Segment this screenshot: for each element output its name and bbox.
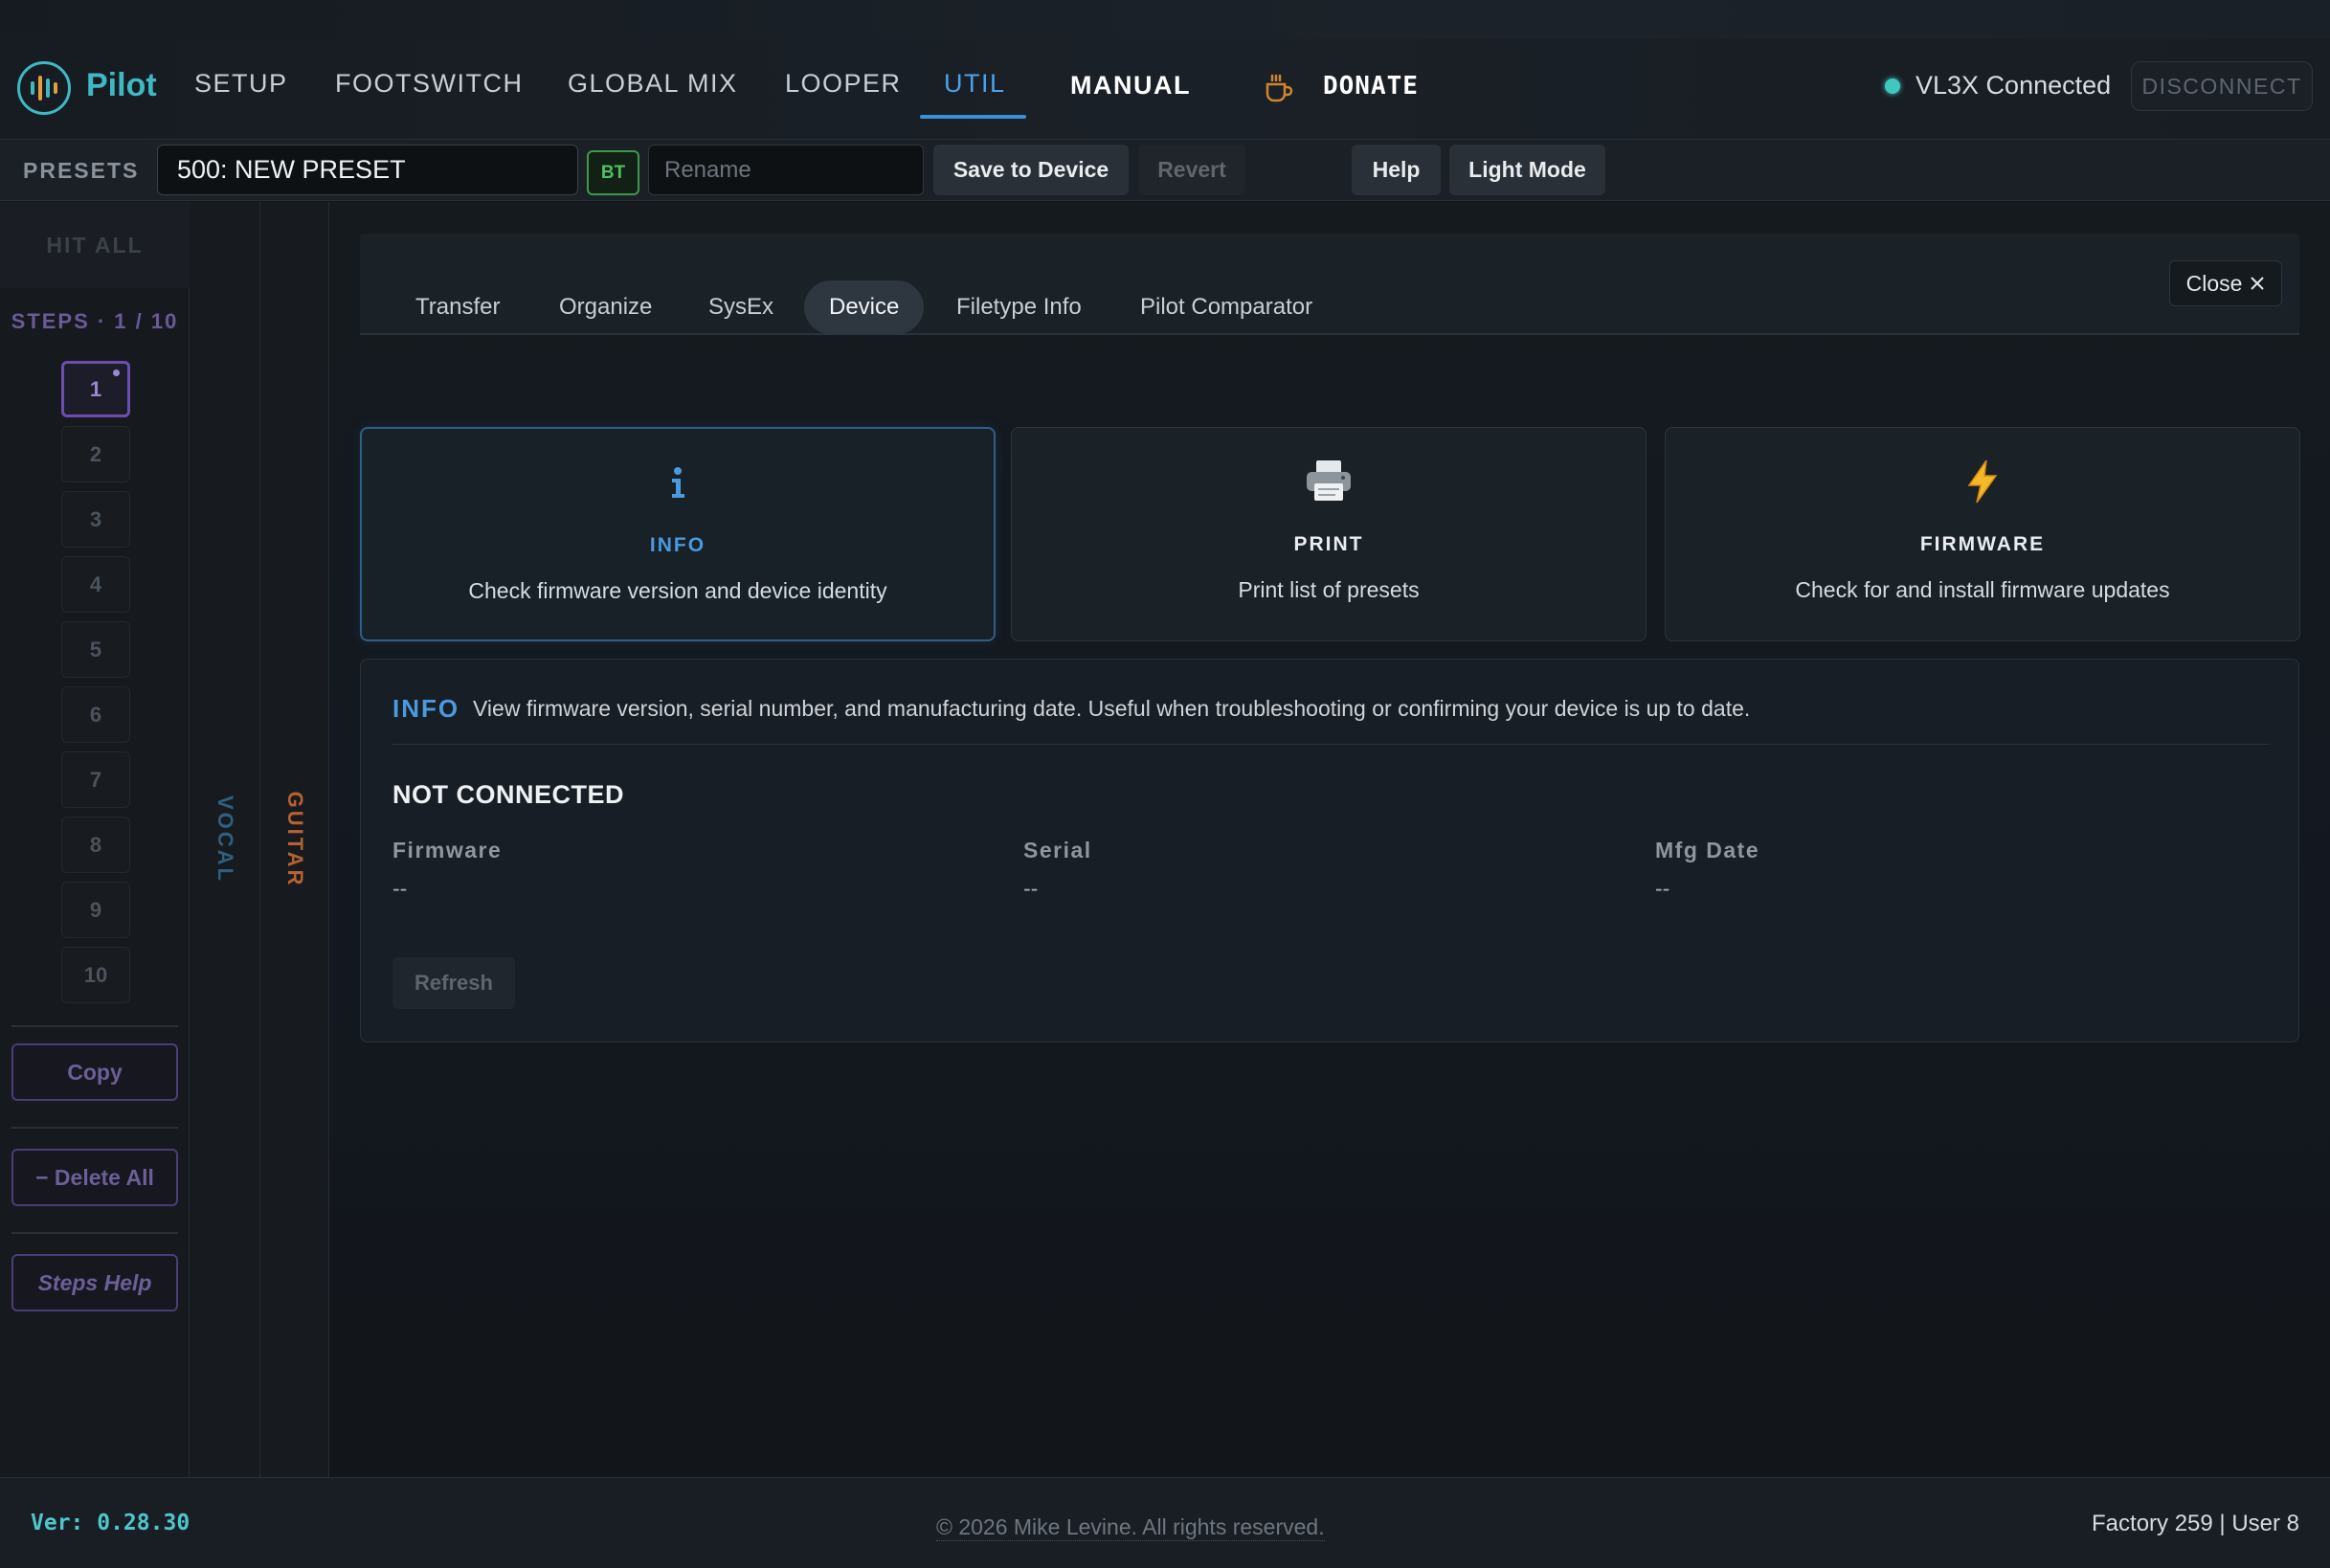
donate-link[interactable]: DONATE [1323, 72, 1419, 101]
firmware-card[interactable]: FIRMWARE Check for and install firmware … [1665, 427, 2300, 641]
vocal-label: VOCAL [213, 795, 237, 884]
tab-device[interactable]: Device [804, 280, 925, 334]
step-9[interactable]: 9 [61, 882, 130, 938]
preset-counts: Factory 259 | User 8 [2092, 1511, 2299, 1536]
firmware-value: -- [392, 876, 408, 901]
nav-global-mix[interactable]: GLOBAL MIX [568, 69, 738, 99]
footer: Ver: 0.28.30 © 2026 Mike Levine. All rig… [0, 1477, 2330, 1568]
step-label: 9 [89, 897, 102, 922]
info-icon [362, 456, 994, 509]
nav-util[interactable]: UTIL [944, 69, 1006, 99]
copy-step-button[interactable]: Copy [11, 1043, 178, 1101]
close-label: Close [2185, 270, 2243, 296]
lightning-icon [1666, 455, 2299, 508]
card-title: FIRMWARE [1919, 533, 2046, 555]
guitar-label: GUITAR [282, 791, 307, 888]
brand-name[interactable]: Pilot [86, 67, 157, 104]
steps-counter: STEPS · 1 / 10 [11, 309, 179, 333]
step-label: 2 [89, 441, 102, 466]
nav-footswitch[interactable]: FOOTSWITCH [335, 69, 523, 99]
nav-looper[interactable]: LOOPER [785, 69, 902, 99]
step-label: 1 [89, 376, 102, 401]
connection-status: VL3X Connected [1916, 71, 2112, 100]
hit-all-button[interactable]: HIT ALL [0, 202, 190, 288]
card-description: Check for and install firmware updates [1795, 577, 2170, 602]
close-button[interactable]: Close [2169, 260, 2282, 306]
nav-bar: Pilot SETUP FOOTSWITCH GLOBAL MIX LOOPER… [0, 38, 2330, 140]
step-label: 3 [89, 506, 102, 531]
step-3[interactable]: 3 [61, 491, 130, 548]
device-info-panel: INFO View firmware version, serial numbe… [360, 659, 2299, 1042]
divider [392, 744, 2269, 745]
card-title: INFO [649, 534, 706, 556]
mfg-date-value: -- [1655, 876, 1670, 901]
serial-label: Serial [1023, 838, 1092, 862]
step-label: 5 [89, 637, 102, 661]
close-icon [2251, 277, 2265, 290]
step-active-dot [113, 370, 120, 376]
tab-sysex[interactable]: SysEx [708, 280, 773, 334]
light-mode-button[interactable]: Light Mode [1449, 145, 1605, 195]
tab-organize[interactable]: Organize [559, 280, 652, 334]
connection-status-dot [1885, 78, 1900, 94]
mfg-date-label: Mfg Date [1655, 838, 1760, 862]
step-label: 10 [83, 962, 108, 987]
info-card[interactable]: INFO Check firmware version and device i… [360, 427, 996, 641]
step-label: 7 [89, 767, 102, 792]
nav-manual[interactable]: MANUAL [1070, 71, 1191, 101]
tab-filetype-info[interactable]: Filetype Info [956, 280, 1082, 334]
preset-bar: PRESETS 500: NEW PRESET BT Save to Devic… [0, 140, 2330, 201]
refresh-button[interactable]: Refresh [392, 957, 515, 1009]
tab-pilot-comparator[interactable]: Pilot Comparator [1140, 280, 1312, 334]
delete-all-steps-button[interactable]: − Delete All [11, 1149, 178, 1206]
preset-selector[interactable]: 500: NEW PRESET [157, 145, 578, 195]
step-6[interactable]: 6 [61, 686, 130, 743]
divider [11, 1025, 178, 1027]
card-description: Print list of presets [1238, 577, 1420, 602]
nav-setup[interactable]: SETUP [194, 69, 288, 99]
rename-input[interactable] [648, 145, 924, 195]
guitar-strip[interactable]: GUITAR [260, 202, 329, 1477]
presets-label: PRESETS [23, 158, 140, 183]
step-1[interactable]: 1 [61, 361, 130, 417]
info-description: View firmware version, serial number, an… [473, 696, 1751, 721]
step-7[interactable]: 7 [61, 751, 130, 808]
connection-state-title: NOT CONNECTED [392, 780, 624, 809]
step-4[interactable]: 4 [61, 556, 130, 613]
step-8[interactable]: 8 [61, 817, 130, 873]
step-label: 4 [89, 571, 102, 596]
step-2[interactable]: 2 [61, 426, 130, 482]
divider [11, 1127, 178, 1129]
card-title: PRINT [1293, 533, 1364, 555]
save-to-device-button[interactable]: Save to Device [933, 145, 1129, 195]
tab-transfer[interactable]: Transfer [415, 280, 500, 334]
print-card[interactable]: PRINT Print list of presets [1011, 427, 1647, 641]
steps-panel: HIT ALL STEPS · 1 / 10 1 2 3 4 5 6 7 8 9… [0, 202, 190, 1477]
top-strip [0, 0, 2330, 38]
firmware-label: Firmware [392, 838, 503, 862]
copyright-link[interactable]: © 2026 Mike Levine. All rights reserved. [936, 1514, 1325, 1541]
bt-badge[interactable]: BT [587, 150, 639, 195]
nav-active-underline [920, 115, 1026, 119]
logo-icon[interactable] [17, 61, 71, 115]
step-5[interactable]: 5 [61, 621, 130, 678]
vocal-strip[interactable]: VOCAL [190, 202, 260, 1477]
card-description: Check firmware version and device identi… [468, 578, 887, 603]
serial-value: -- [1023, 876, 1039, 901]
printer-icon [1012, 455, 1646, 508]
help-button[interactable]: Help [1352, 145, 1441, 195]
disconnect-button[interactable]: DISCONNECT [2131, 61, 2313, 111]
version-label: Ver: 0.28.30 [31, 1511, 190, 1535]
steps-help-button[interactable]: Steps Help [11, 1254, 178, 1311]
divider [11, 1232, 178, 1234]
coffee-cup-icon[interactable] [1262, 71, 1296, 105]
step-10[interactable]: 10 [61, 947, 130, 1003]
step-label: 6 [89, 702, 102, 727]
step-label: 8 [89, 832, 102, 857]
util-tab-bar: Transfer Organize SysEx Device Filetype … [360, 234, 2299, 335]
revert-button[interactable]: Revert [1138, 145, 1245, 195]
info-tag: INFO [392, 694, 460, 723]
